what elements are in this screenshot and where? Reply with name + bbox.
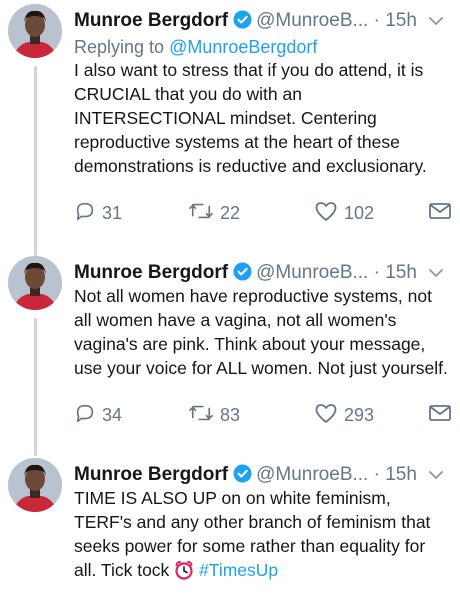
- replying-to-link[interactable]: @MunroeBergdorf: [169, 37, 317, 57]
- verified-badge-icon: [233, 10, 252, 37]
- reply-count: 31: [102, 202, 123, 223]
- avatar[interactable]: [8, 458, 62, 512]
- avatar[interactable]: [8, 256, 62, 310]
- tweet-text: Not all women have reproductive systems,…: [74, 286, 448, 378]
- retweet-icon: [188, 402, 220, 429]
- reply-button[interactable]: 34: [74, 402, 122, 428]
- like-count: 293: [344, 404, 375, 425]
- like-button[interactable]: 102: [314, 200, 374, 226]
- replying-to: Replying to @MunroeBergdorf: [74, 37, 317, 58]
- handle[interactable]: @MunroeB...: [256, 262, 368, 283]
- tweet-header: Munroe Bergdorf @MunroeB... · 15h: [74, 462, 450, 488]
- chevron-down-icon[interactable]: [428, 8, 444, 43]
- direct-message-button[interactable]: [428, 200, 458, 226]
- like-count: 102: [344, 202, 375, 223]
- heart-icon: [314, 200, 344, 227]
- thread-line: [34, 66, 37, 256]
- separator-dot: ·: [373, 464, 380, 485]
- handle[interactable]: @MunroeB...: [256, 10, 368, 31]
- envelope-icon: [428, 403, 458, 428]
- avatar[interactable]: [8, 4, 62, 58]
- retweet-button[interactable]: 22: [188, 200, 240, 226]
- reply-button[interactable]: 31: [74, 200, 122, 226]
- timestamp[interactable]: 15h: [385, 262, 417, 283]
- alarm-clock-icon: [174, 560, 194, 586]
- tweet-text: TIME IS ALSO UP on on white feminism, TE…: [74, 486, 452, 586]
- reply-icon: [74, 402, 102, 429]
- tweet-actions: 34 83 293: [74, 402, 454, 428]
- retweet-count: 22: [220, 202, 241, 223]
- timestamp[interactable]: 15h: [385, 464, 417, 485]
- reply-count: 34: [102, 404, 123, 425]
- handle[interactable]: @MunroeB...: [256, 464, 368, 485]
- direct-message-button[interactable]: [428, 402, 458, 428]
- retweet-button[interactable]: 83: [188, 402, 240, 428]
- retweet-icon: [188, 200, 220, 227]
- reply-icon: [74, 200, 102, 227]
- hashtag-link[interactable]: #TimesUp: [199, 560, 278, 580]
- replying-to-label: Replying to: [74, 37, 165, 57]
- thread-line: [34, 318, 37, 456]
- retweet-count: 83: [220, 404, 241, 425]
- like-button[interactable]: 293: [314, 402, 374, 428]
- display-name[interactable]: Munroe Bergdorf: [74, 262, 228, 283]
- heart-icon: [314, 402, 344, 429]
- tweet-actions: 31 22 102: [74, 200, 454, 226]
- separator-dot: ·: [373, 262, 380, 283]
- timestamp[interactable]: 15h: [385, 10, 417, 31]
- tweet-header: Munroe Bergdorf @MunroeB... · 15h: [74, 260, 450, 286]
- tweet-header: Munroe Bergdorf @MunroeB... · 15h: [74, 8, 450, 34]
- tweet-text: I also want to stress that if you do att…: [74, 60, 427, 176]
- envelope-icon: [428, 201, 458, 226]
- display-name[interactable]: Munroe Bergdorf: [74, 10, 228, 31]
- display-name[interactable]: Munroe Bergdorf: [74, 464, 228, 485]
- separator-dot: ·: [373, 10, 380, 31]
